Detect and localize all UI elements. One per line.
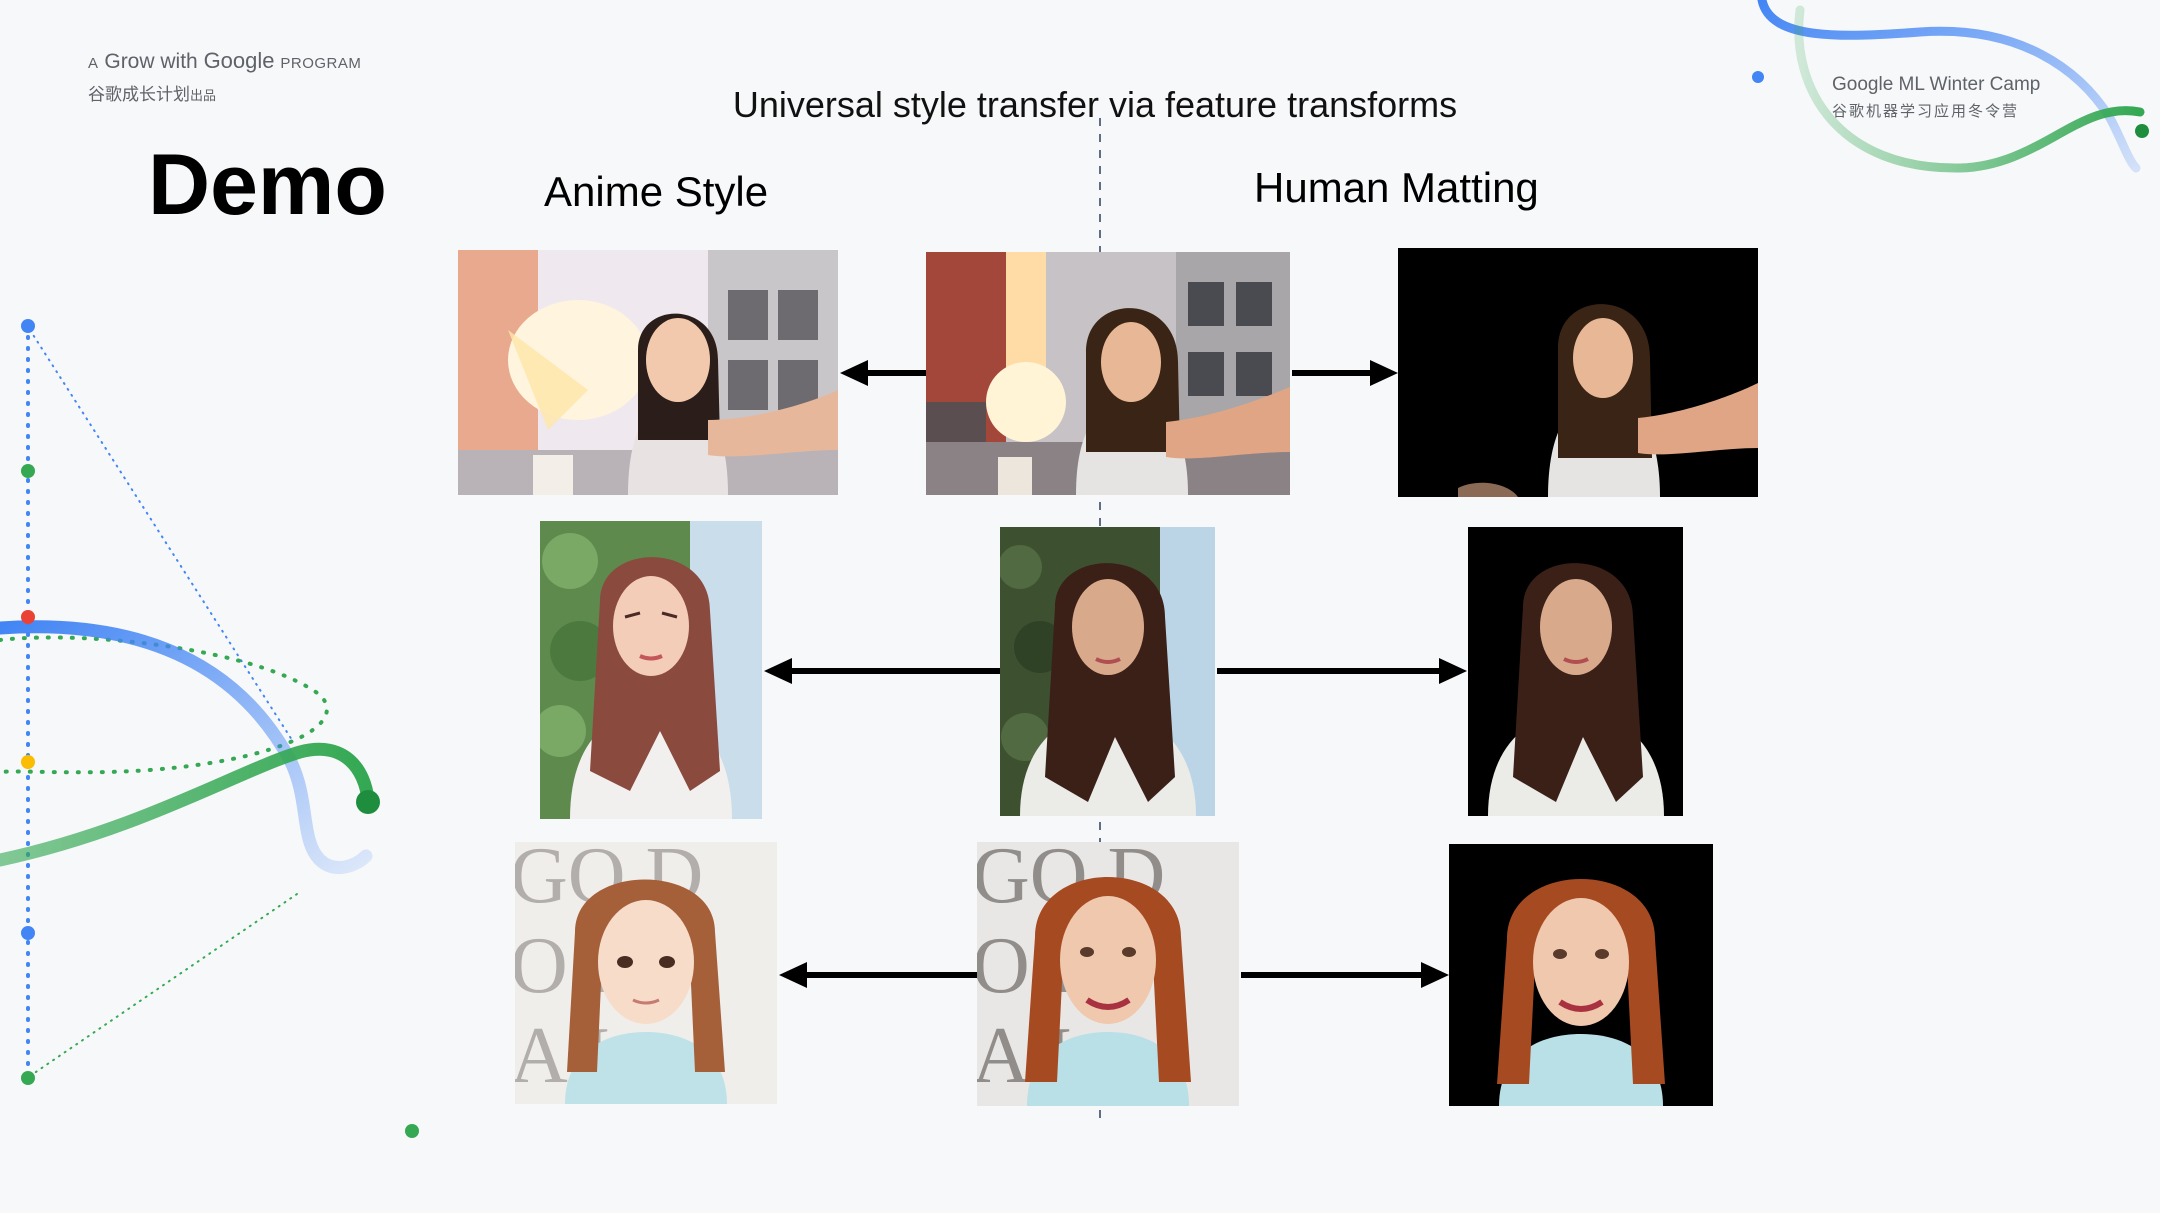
- row1-original-image: [926, 252, 1290, 495]
- arrow-row1-to-anime: [840, 360, 926, 386]
- arrow-row2-to-matting: [1217, 658, 1467, 684]
- row3-matting-image: [1449, 844, 1713, 1106]
- row1-anime-image: [458, 250, 838, 495]
- row3-anime-image: GO D O E A I: [515, 842, 777, 1104]
- anime-style-heading: Anime Style: [544, 168, 769, 215]
- row2-matting-image: [1468, 527, 1683, 816]
- arrow-row2-to-anime: [764, 658, 1000, 684]
- row1-matting-image: [1398, 248, 1758, 497]
- arrow-row3-to-anime: [779, 962, 977, 988]
- arrow-row3-to-matting: [1241, 962, 1449, 988]
- slide-subtitle: Universal style transfer via feature tra…: [732, 84, 1458, 125]
- row2-original-image: [1000, 527, 1215, 816]
- slide-title: Demo: [148, 137, 387, 233]
- row2-anime-image: [540, 521, 762, 819]
- human-matting-heading: Human Matting: [1254, 164, 1539, 211]
- arrow-row1-to-matting: [1292, 360, 1398, 386]
- row3-original-image: GO D O E A I: [977, 842, 1239, 1106]
